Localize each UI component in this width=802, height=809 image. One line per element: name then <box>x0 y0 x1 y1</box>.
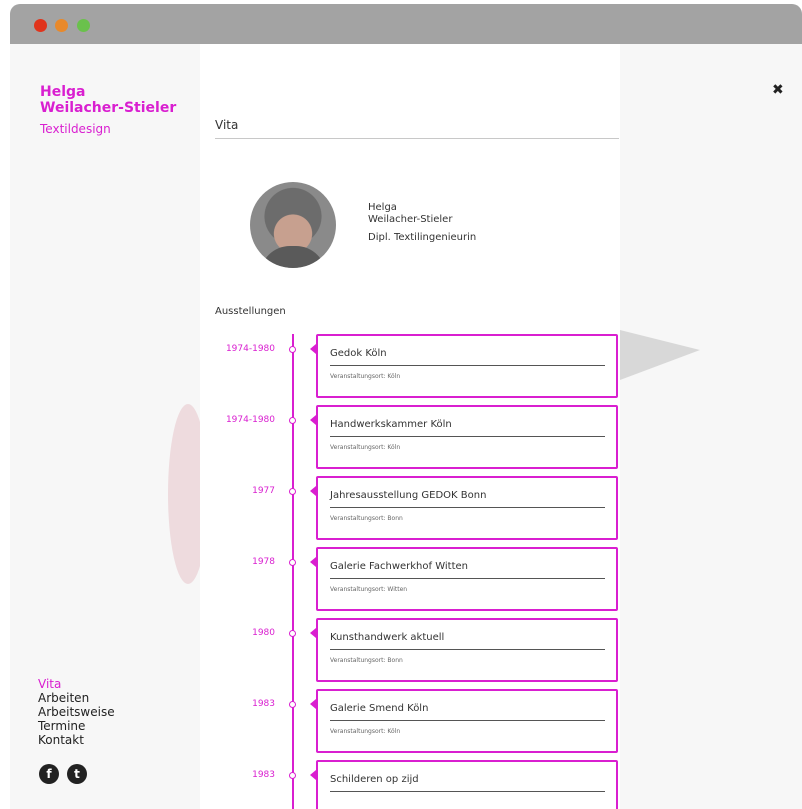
window-close-dot[interactable] <box>34 19 47 32</box>
entry-year: 1978 <box>252 557 275 567</box>
entry-year: 1977 <box>252 486 275 496</box>
page-title: Vita <box>215 118 619 139</box>
timeline-node-icon <box>289 772 296 779</box>
nav-item-arbeitsweise[interactable]: Arbeitsweise <box>38 705 115 719</box>
timeline-node-icon <box>289 417 296 424</box>
entry-year: 1983 <box>252 699 275 709</box>
browser-titlebar <box>10 4 802 44</box>
exhibition-title: Schilderen op zijd <box>330 774 605 792</box>
nav-item-termine[interactable]: Termine <box>38 719 115 733</box>
exhibition-card[interactable]: Gedok Köln Veranstaltungsort: Köln <box>310 334 618 398</box>
profile-last-name: Weilacher-Stieler <box>368 214 453 225</box>
brand-first-name: Helga <box>40 84 86 100</box>
timeline-entry: 1974-1980 Gedok Köln Veranstaltungsort: … <box>200 334 620 400</box>
timeline-entry: 1978 Galerie Fachwerkhof Witten Veransta… <box>200 547 620 613</box>
exhibition-card[interactable]: Schilderen op zijd <box>310 760 618 809</box>
timeline-entry: 1977 Jahresausstellung GEDOK Bonn Verans… <box>200 476 620 542</box>
exhibition-title: Galerie Fachwerkhof Witten <box>330 561 605 579</box>
brand-subtitle: Textildesign <box>40 122 111 136</box>
timeline-node-icon <box>289 701 296 708</box>
entry-year: 1980 <box>252 628 275 638</box>
background-artwork <box>620 330 700 380</box>
entry-year: 1983 <box>252 770 275 780</box>
nav-item-arbeiten[interactable]: Arbeiten <box>38 691 115 705</box>
entry-year: 1974-1980 <box>225 344 275 354</box>
exhibition-location: Veranstaltungsort: Bonn <box>330 657 403 664</box>
page: Helga Weilacher-Stieler Textildesign ✖ V… <box>10 44 802 809</box>
timeline-entry: 1983 Galerie Smend Köln Veranstaltungsor… <box>200 689 620 755</box>
entry-year: 1974-1980 <box>225 415 275 425</box>
avatar <box>250 182 336 268</box>
twitter-icon[interactable]: t <box>67 764 87 784</box>
exhibition-card[interactable]: Jahresausstellung GEDOK Bonn Veranstaltu… <box>310 476 618 540</box>
facebook-icon[interactable]: f <box>39 764 59 784</box>
exhibition-title: Gedok Köln <box>330 348 605 366</box>
exhibition-title: Handwerkskammer Köln <box>330 419 605 437</box>
exhibition-title: Jahresausstellung GEDOK Bonn <box>330 490 605 508</box>
exhibition-title: Kunsthandwerk aktuell <box>330 632 605 650</box>
timeline-entry: 1974-1980 Handwerkskammer Köln Veranstal… <box>200 405 620 471</box>
profile-first-name: Helga <box>368 202 397 213</box>
exhibition-location: Veranstaltungsort: Köln <box>330 373 401 380</box>
brand-name[interactable]: Helga Weilacher-Stieler <box>40 84 176 116</box>
exhibition-card[interactable]: Galerie Fachwerkhof Witten Veranstaltung… <box>310 547 618 611</box>
timeline-entry: 1983 Schilderen op zijd <box>200 760 620 809</box>
exhibition-card[interactable]: Kunsthandwerk aktuell Veranstaltungsort:… <box>310 618 618 682</box>
brand-last-name: Weilacher-Stieler <box>40 100 177 116</box>
exhibition-title: Galerie Smend Köln <box>330 703 605 721</box>
profile-info: Helga Weilacher-Stieler Dipl. Textilinge… <box>368 202 476 244</box>
timeline-node-icon <box>289 559 296 566</box>
exhibition-location: Veranstaltungsort: Köln <box>330 728 401 735</box>
nav-item-vita[interactable]: Vita <box>38 677 115 691</box>
window-minimize-dot[interactable] <box>55 19 68 32</box>
exhibitions-heading: Ausstellungen <box>215 306 286 317</box>
exhibition-card[interactable]: Galerie Smend Köln Veranstaltungsort: Kö… <box>310 689 618 753</box>
vita-panel: Vita Helga Weilacher-Stieler Dipl. Texti… <box>200 44 620 809</box>
main-nav: Vita Arbeiten Arbeitsweise Termine Konta… <box>38 677 115 747</box>
timeline-node-icon <box>289 346 296 353</box>
window-maximize-dot[interactable] <box>77 19 90 32</box>
exhibition-location: Veranstaltungsort: Köln <box>330 444 401 451</box>
timeline-node-icon <box>289 630 296 637</box>
nav-item-kontakt[interactable]: Kontakt <box>38 733 115 747</box>
exhibition-card[interactable]: Handwerkskammer Köln Veranstaltungsort: … <box>310 405 618 469</box>
timeline-node-icon <box>289 488 296 495</box>
exhibition-location: Veranstaltungsort: Bonn <box>330 515 403 522</box>
exhibition-location: Veranstaltungsort: Witten <box>330 586 408 593</box>
timeline-entry: 1980 Kunsthandwerk aktuell Veranstaltung… <box>200 618 620 684</box>
social-links: f t <box>39 764 87 784</box>
close-icon[interactable]: ✖ <box>772 82 784 98</box>
profile-title: Dipl. Textilingenieurin <box>368 232 477 243</box>
